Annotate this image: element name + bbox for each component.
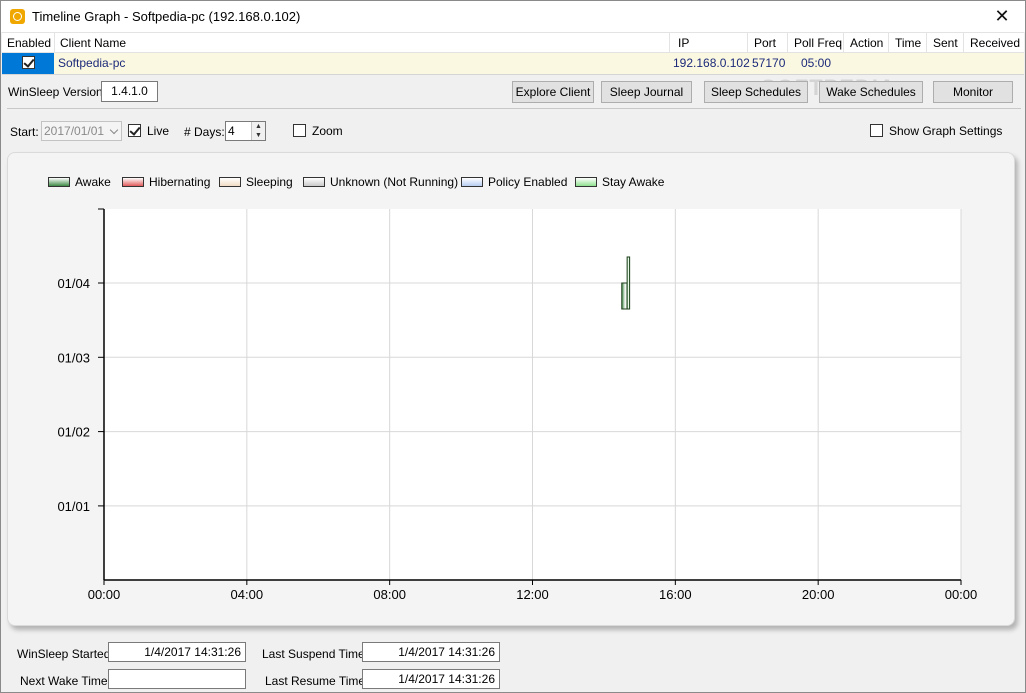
last-suspend-field: 1/4/2017 14:31:26 [362, 642, 500, 662]
y-tick-label: 01/03 [57, 350, 90, 365]
next-wake-field [108, 669, 246, 689]
next-wake-label: Next Wake Time: [20, 674, 111, 688]
x-tick-label: 00:00 [945, 587, 978, 602]
x-tick-label: 20:00 [802, 587, 835, 602]
x-tick-label: 12:00 [516, 587, 549, 602]
bar-stay-awake [626, 256, 631, 310]
y-tick-label: 01/02 [57, 425, 90, 440]
last-resume-field: 1/4/2017 14:31:26 [362, 669, 500, 689]
x-tick-label: 04:00 [231, 587, 264, 602]
x-tick-label: 16:00 [659, 587, 692, 602]
timeline-graph-window: Timeline Graph - Softpedia-pc (192.168.0… [0, 0, 1026, 693]
x-tick-label: 00:00 [88, 587, 121, 602]
x-tick-label: 08:00 [373, 587, 406, 602]
y-tick-label: 01/01 [57, 499, 90, 514]
timeline-chart: 00:00 04:00 08:00 12:00 16:00 20:00 00:00 01/04… [57, 208, 978, 602]
winsleep-started-label: WinSleep Started: [17, 647, 114, 661]
y-tick-label: 01/04 [57, 276, 90, 291]
winsleep-started-field: 1/4/2017 14:31:26 [108, 642, 246, 662]
last-resume-label: Last Resume Time: [265, 674, 369, 688]
last-suspend-label: Last Suspend Time: [262, 647, 369, 661]
